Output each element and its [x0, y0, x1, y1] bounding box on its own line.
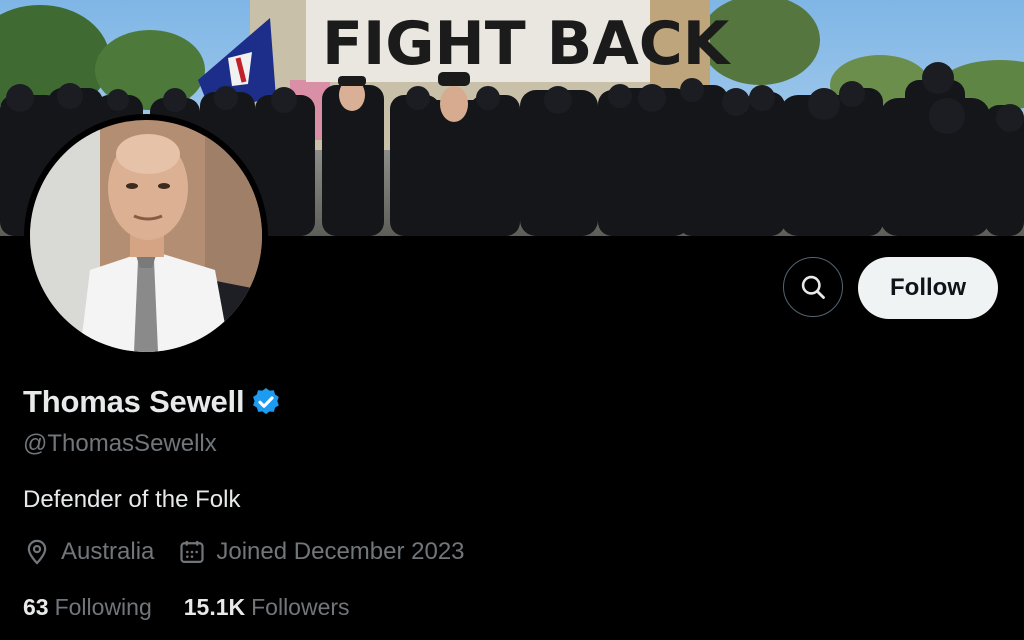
profile-avatar[interactable]	[24, 114, 268, 358]
profile-name-row: Thomas Sewell	[23, 384, 282, 420]
banner-sign-text: FIGHT BACK	[322, 9, 732, 79]
avatar-photo	[30, 120, 262, 352]
profile-meta: Australia Joined December 2023	[23, 538, 489, 566]
search-profile-button[interactable]	[783, 257, 843, 317]
profile-bio: Defender of the Folk	[23, 486, 241, 513]
following-count: 63	[23, 594, 49, 620]
followers-count: 15.1K	[183, 594, 246, 620]
following-label: Following	[54, 594, 152, 620]
profile-stats: 63 Following 15.1K Followers	[23, 594, 382, 621]
verified-badge-icon[interactable]	[250, 386, 282, 418]
display-name: Thomas Sewell	[23, 384, 245, 419]
following-link[interactable]: 63 Following	[23, 594, 152, 621]
search-icon	[801, 275, 825, 299]
location-pin-icon	[27, 539, 47, 565]
followers-label: Followers	[251, 594, 350, 620]
follow-button[interactable]: Follow	[858, 257, 998, 319]
profile-location: Australia	[23, 538, 154, 566]
profile-joined: Joined December 2023	[178, 538, 465, 566]
location-text: Australia	[61, 538, 155, 565]
calendar-icon	[180, 540, 204, 564]
profile-handle: @ThomasSewellx	[23, 430, 217, 457]
joined-text: Joined December 2023	[216, 538, 465, 565]
followers-link[interactable]: 15.1K Followers	[184, 594, 350, 621]
